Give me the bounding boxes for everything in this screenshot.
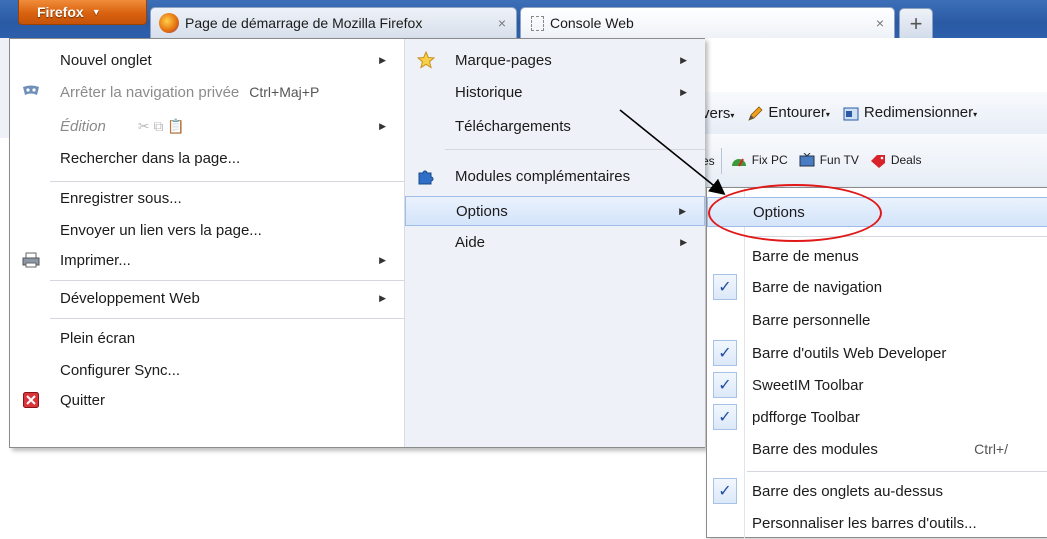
tab-start-page[interactable]: Page de démarrage de Mozilla Firefox × (150, 7, 517, 38)
app-menu-right-column: Marque-pages ▶ Historique ▶ Téléchargeme… (404, 39, 705, 447)
menu-item-barre-web-developer[interactable]: ✓ Barre d'outils Web Developer (707, 338, 1047, 368)
menu-item-telechargements[interactable]: Téléchargements (405, 111, 705, 141)
checkmark-icon: ✓ (713, 404, 737, 430)
checkmark-icon: ✓ (713, 478, 737, 504)
new-tab-button[interactable]: + (899, 8, 933, 38)
menu-separator (50, 280, 404, 281)
submenu-arrow-icon: ▶ (680, 86, 687, 97)
tag-icon (870, 155, 885, 168)
menu-item-marque-pages[interactable]: Marque-pages ▶ (405, 45, 705, 75)
submenu-arrow-icon: ▶ (379, 292, 386, 303)
menu-item-configurer-sync[interactable]: Configurer Sync... (10, 355, 404, 385)
shortcut-text: Ctrl+Maj+P (249, 84, 320, 100)
toolbar-button-fix-pc[interactable]: Fix PC (726, 153, 788, 169)
menu-item-quitter[interactable]: Quitter (10, 385, 404, 415)
menu-separator (445, 149, 705, 150)
menu-item-edition[interactable]: Édition ✂ ⧉ 📋 ▶ (10, 111, 404, 141)
navigation-bar (700, 38, 1047, 93)
toolbar-button-entourer[interactable]: Entourer▾ (742, 104, 830, 121)
menu-item-barre-de-menus[interactable]: Barre de menus (707, 241, 1047, 271)
menu-item-developpement-web[interactable]: Développement Web ▶ (10, 283, 404, 313)
menu-item-enregistrer-sous[interactable]: Enregistrer sous... (10, 183, 404, 213)
menu-item-arreter-navigation-privee[interactable]: Arrêter la navigation privée Ctrl+Maj+P (10, 77, 404, 107)
menu-item-options[interactable]: Options ▶ (405, 196, 705, 226)
menu-item-barre-de-navigation[interactable]: ✓ Barre de navigation (707, 272, 1047, 302)
printer-icon (22, 251, 40, 269)
menu-item-nouvel-onglet[interactable]: Nouvel onglet ▶ (10, 45, 404, 75)
checkmark-icon: ✓ (713, 372, 737, 398)
menu-item-sweetim-toolbar[interactable]: ✓ SweetIM Toolbar (707, 370, 1047, 400)
menu-item-barre-des-modules[interactable]: Barre des modules Ctrl+/ (707, 434, 1047, 464)
close-tab-icon[interactable]: × (876, 15, 884, 31)
toolbar-button-fun-tv[interactable]: Fun TV (794, 153, 859, 169)
gauge-icon (731, 158, 746, 167)
menu-item-rechercher[interactable]: Rechercher dans la page... (10, 143, 404, 173)
toolbar-button-deals[interactable]: Deals (865, 153, 922, 169)
firefox-app-menu: Nouvel onglet ▶ Arrêter la navigation pr… (9, 38, 705, 448)
menu-item-imprimer[interactable]: Imprimer... ▶ (10, 245, 404, 275)
resize-icon (843, 107, 859, 121)
menu-item-modules-complementaires[interactable]: Modules complémentaires (405, 161, 705, 191)
annotation-ellipse (708, 184, 882, 242)
submenu-arrow-icon: ▶ (680, 54, 687, 65)
app-menu-left-column: Nouvel onglet ▶ Arrêter la navigation pr… (10, 39, 404, 447)
puzzle-icon (417, 167, 435, 185)
checkmark-icon: ✓ (713, 274, 737, 300)
menu-item-historique[interactable]: Historique ▶ (405, 77, 705, 107)
quit-icon (22, 391, 40, 409)
submenu-arrow-icon: ▶ (379, 54, 386, 65)
checkmark-icon: ✓ (713, 340, 737, 366)
tab-title: Page de démarrage de Mozilla Firefox (185, 15, 423, 31)
menu-item-barre-personnelle[interactable]: Barre personnelle (707, 305, 1047, 335)
menu-item-envoyer-lien[interactable]: Envoyer un lien vers la page... (10, 215, 404, 245)
toolbar-button-vers[interactable]: vers▾ (702, 105, 734, 122)
firefox-logo-icon (159, 13, 179, 33)
web-developer-toolbar: vers▾ Entourer▾ Redimensionner▾ (700, 92, 1047, 135)
menu-separator (50, 318, 404, 319)
firefox-button-label: Firefox (37, 4, 84, 20)
menu-separator (50, 181, 404, 182)
sweetim-toolbar: es Fix PC Fun TV Deals (700, 134, 1047, 188)
close-tab-icon[interactable]: × (498, 15, 506, 31)
shortcut-text: Ctrl+/ (974, 441, 1008, 457)
tab-title: Console Web (550, 15, 634, 31)
submenu-arrow-icon: ▶ (679, 205, 686, 216)
menu-item-pdfforge-toolbar[interactable]: ✓ pdfforge Toolbar (707, 402, 1047, 432)
chevron-down-icon: ▼ (91, 7, 101, 17)
firefox-menu-button[interactable]: Firefox ▼ (18, 0, 147, 25)
tv-icon (799, 153, 815, 167)
pencil-icon (748, 105, 763, 121)
menu-item-aide[interactable]: Aide ▶ (405, 227, 705, 257)
toolbar-button-redimensionner[interactable]: Redimensionner▾ (838, 104, 977, 121)
page-icon (531, 15, 544, 31)
submenu-arrow-icon: ▶ (379, 120, 386, 131)
tab-web-console[interactable]: Console Web × (520, 7, 895, 38)
cut-copy-paste-icons: ✂ ⧉ 📋 (137, 117, 185, 134)
star-icon (417, 51, 435, 69)
options-submenu: Options Barre de menus ✓ Barre de naviga… (706, 187, 1047, 539)
submenu-arrow-icon: ▶ (379, 254, 386, 265)
menu-item-personnaliser-barres[interactable]: Personnaliser les barres d'outils... (707, 508, 1047, 538)
submenu-arrow-icon: ▶ (680, 236, 687, 247)
menu-item-onglets-au-dessus[interactable]: ✓ Barre des onglets au-dessus (707, 476, 1047, 506)
menu-separator (747, 471, 1047, 472)
mask-icon (22, 83, 40, 101)
menu-item-plein-ecran[interactable]: Plein écran (10, 323, 404, 353)
